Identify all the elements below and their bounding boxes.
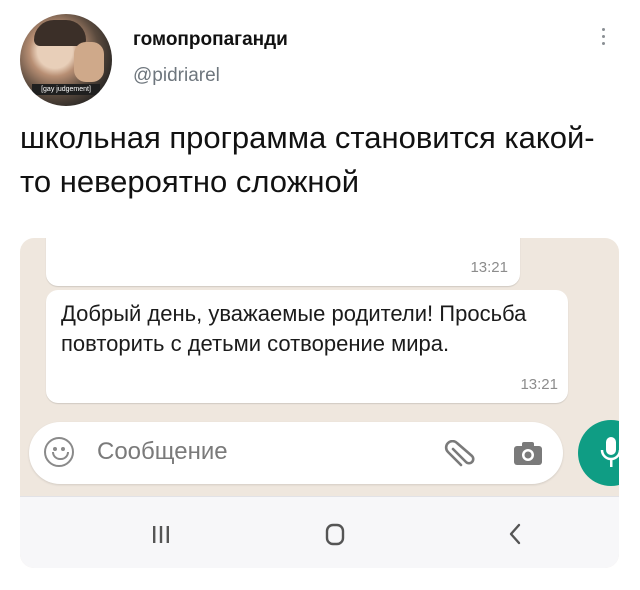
post-text: школьная программа становится какой-то н… xyxy=(20,120,595,199)
message-composer[interactable]: Сообщение xyxy=(29,422,563,484)
author-handle[interactable]: @pidriarel xyxy=(133,65,220,87)
back-icon[interactable] xyxy=(500,519,530,549)
camera-icon[interactable] xyxy=(513,440,543,466)
microphone-button[interactable] xyxy=(578,420,619,486)
author-name[interactable]: гомопропаганди xyxy=(133,29,288,51)
message-time: 13:21 xyxy=(520,376,558,393)
avatar-hand xyxy=(74,42,104,82)
message-bubble-previous: 13:21 xyxy=(46,238,520,286)
recent-apps-icon[interactable] xyxy=(146,519,176,549)
composer-placeholder[interactable]: Сообщение xyxy=(97,438,228,466)
avatar-hair xyxy=(34,20,86,46)
emoji-icon[interactable] xyxy=(44,437,74,467)
avatar-caption: [gay judgement] xyxy=(32,84,100,95)
home-icon[interactable] xyxy=(320,519,350,549)
chat-screenshot: 13:21 Добрый день, уважаемые родители! П… xyxy=(20,238,619,568)
microphone-icon xyxy=(600,437,619,467)
avatar[interactable]: [gay judgement] xyxy=(20,14,112,106)
message-text: Добрый день, уважаемые родители! Просьба… xyxy=(61,301,527,356)
system-navigation-bar xyxy=(20,496,619,568)
message-time: 13:21 xyxy=(470,259,508,276)
message-bubble: Добрый день, уважаемые родители! Просьба… xyxy=(46,290,568,403)
paperclip-icon[interactable] xyxy=(444,440,478,470)
more-vertical-icon[interactable] xyxy=(601,28,607,49)
